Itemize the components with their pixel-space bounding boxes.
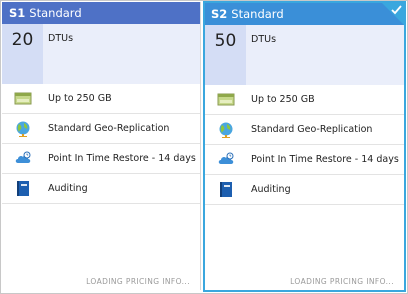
feature-auditing: Auditing [205, 175, 404, 205]
storage-icon [14, 90, 32, 107]
dtu-value: 50 [214, 31, 237, 51]
feature-label: Point In Time Restore - 14 days [251, 154, 399, 165]
tier-code: S2 [211, 7, 228, 21]
feature-label: Up to 250 GB [251, 94, 315, 105]
feature-label: Standard Geo-Replication [48, 123, 170, 134]
pricing-tier-picker: S1 Standard 20 DTUs Up to 250 GB Standard… [0, 0, 408, 294]
pricing-status: LOADING PRICING INFO... [290, 277, 394, 286]
globe-icon [14, 120, 32, 137]
feature-list: Up to 250 GB Standard Geo-Replication Po… [2, 84, 200, 204]
cloud-restore-icon [14, 150, 32, 167]
dtu-value: 20 [11, 30, 34, 50]
feature-geo-replication: Standard Geo-Replication [205, 115, 404, 145]
pricing-status: LOADING PRICING INFO... [86, 277, 190, 286]
feature-label: Standard Geo-Replication [251, 124, 373, 135]
feature-geo-replication: Standard Geo-Replication [2, 114, 200, 144]
dtu-number-box: 50 [205, 25, 246, 85]
selected-check-icon [382, 3, 404, 25]
feature-label: Point In Time Restore - 14 days [48, 153, 196, 164]
tier-code: S1 [9, 6, 26, 20]
feature-list: Up to 250 GB Standard Geo-Replication Po… [205, 85, 404, 205]
auditing-book-icon [217, 181, 235, 198]
dtu-number-box: 20 [2, 24, 43, 84]
tier-name: Standard [231, 7, 284, 21]
feature-storage: Up to 250 GB [2, 84, 200, 114]
feature-point-in-time-restore: Point In Time Restore - 14 days [2, 144, 200, 174]
dtu-metric: 20 DTUs [2, 24, 200, 84]
card-header: S1 Standard [2, 2, 200, 24]
card-header: S2 Standard [205, 3, 404, 25]
feature-point-in-time-restore: Point In Time Restore - 14 days [205, 145, 404, 175]
dtu-unit: DTUs [251, 34, 277, 45]
cloud-restore-icon [217, 151, 235, 168]
tier-name: Standard [29, 6, 82, 20]
auditing-book-icon [14, 180, 32, 197]
feature-label: Auditing [251, 184, 291, 195]
globe-icon [217, 121, 235, 138]
dtu-unit: DTUs [48, 33, 74, 44]
pricing-tier-card-s1[interactable]: S1 Standard 20 DTUs Up to 250 GB Standard… [2, 2, 201, 290]
feature-auditing: Auditing [2, 174, 200, 204]
pricing-tier-card-s2[interactable]: S2 Standard 50 DTUs Up to 250 GB Standar… [203, 1, 406, 292]
feature-storage: Up to 250 GB [205, 85, 404, 115]
feature-label: Up to 250 GB [48, 93, 112, 104]
dtu-metric: 50 DTUs [205, 25, 404, 85]
feature-label: Auditing [48, 183, 88, 194]
storage-icon [217, 91, 235, 108]
